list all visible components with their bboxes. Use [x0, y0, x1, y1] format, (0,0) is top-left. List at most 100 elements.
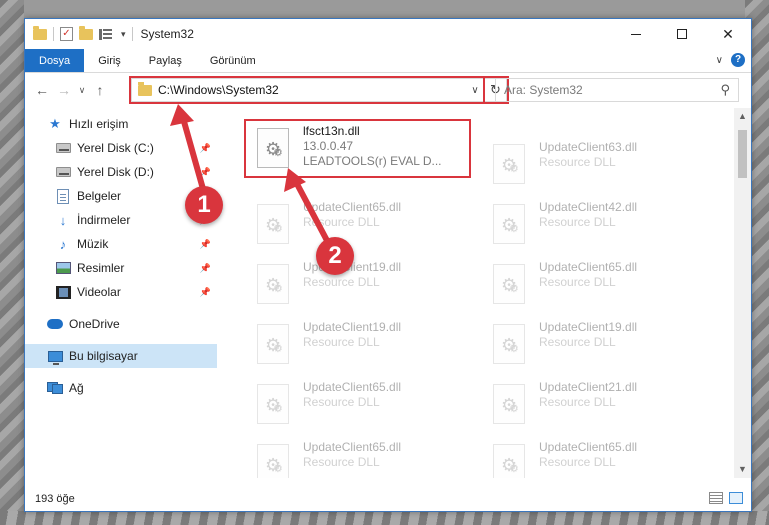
vertical-scrollbar[interactable]: ▲ ▼: [734, 108, 751, 478]
file-item[interactable]: ⚙ ⚙ UpdateClient19.dll Resource DLL: [245, 256, 481, 316]
status-bar: 193 öğe: [25, 487, 751, 511]
file-type: Resource DLL: [303, 395, 380, 409]
folder-icon: [138, 81, 152, 96]
pin-icon[interactable]: 📌: [200, 287, 211, 298]
sidebar-item-local-disk-d[interactable]: Yerel Disk (D:) 📌: [25, 160, 217, 184]
pin-icon[interactable]: 📌: [200, 167, 211, 178]
close-button[interactable]: ✕: [705, 19, 751, 49]
back-arrow-icon[interactable]: ←: [31, 82, 53, 98]
file-item[interactable]: ⚙ ⚙ UpdateClient65.dll Resource DLL: [481, 436, 717, 478]
sidebar-item-label: Hızlı erişim: [69, 117, 129, 131]
scrollbar-thumb[interactable]: [738, 130, 747, 178]
tab-view[interactable]: Görünüm: [196, 49, 270, 72]
scroll-down-arrow-icon[interactable]: ▼: [734, 461, 751, 478]
file-name: UpdateClient65.dll: [539, 440, 638, 454]
forward-arrow-icon[interactable]: →: [53, 82, 75, 98]
download-icon: ↓: [59, 212, 67, 228]
file-item[interactable]: ⚙ ⚙ UpdateClient65.dll Resource DLL: [245, 196, 481, 256]
up-arrow-icon[interactable]: ↑: [89, 82, 111, 98]
maximize-button[interactable]: [659, 19, 705, 49]
file-name: UpdateClient19.dll: [303, 320, 402, 334]
pin-icon[interactable]: 📌: [200, 239, 211, 250]
file-item[interactable]: ⚙ ⚙ UpdateClient42.dll Resource DLL: [481, 196, 717, 256]
folder-icon: [33, 25, 47, 40]
address-path[interactable]: C:\Windows\System32: [158, 83, 466, 97]
dll-file-icon: ⚙ ⚙: [253, 382, 293, 428]
sidebar-item-this-pc[interactable]: Bu bilgisayar: [25, 344, 217, 368]
navigation-bar: ← → ∨ ↑ C:\Windows\System32 ∨ ↻ Ara: Sys…: [25, 73, 751, 107]
dll-file-icon: ⚙ ⚙: [489, 142, 529, 188]
file-item[interactable]: ⚙ ⚙ UpdateClient63.dll Resource DLL: [481, 136, 717, 196]
disk-icon: [55, 164, 71, 180]
sidebar-item-pictures[interactable]: Resimler 📌: [25, 256, 217, 280]
sidebar-item-local-disk-c[interactable]: Yerel Disk (C:) 📌: [25, 136, 217, 160]
item-count: 193 öğe: [35, 493, 75, 505]
dll-file-icon: ⚙ ⚙: [253, 442, 293, 478]
help-icon[interactable]: ?: [731, 53, 745, 67]
file-item-highlighted[interactable]: ⚙ ⚙ lfsct13n.dll 13.0.0.47 LEADTOOLS(r) E…: [245, 120, 481, 180]
disk-icon: [55, 140, 71, 156]
dll-file-icon: ⚙ ⚙: [253, 202, 293, 248]
ribbon-right-controls: ∨ ?: [716, 53, 745, 67]
file-name: UpdateClient65.dll: [539, 260, 638, 274]
file-type: Resource DLL: [539, 275, 616, 289]
properties-icon[interactable]: ✓: [60, 27, 73, 41]
file-name: UpdateClient63.dll: [539, 140, 638, 154]
close-icon: ✕: [722, 25, 734, 42]
address-dropdown-chevron-icon[interactable]: ∨: [466, 85, 484, 96]
sidebar-item-music[interactable]: ♪ Müzik 📌: [25, 232, 217, 256]
sidebar-item-label: Ağ: [69, 381, 84, 395]
pin-icon[interactable]: 📌: [200, 263, 211, 274]
view-menu-icon[interactable]: [99, 28, 115, 41]
sidebar-item-network[interactable]: Ağ: [25, 376, 217, 400]
step-1-badge: 1: [185, 186, 223, 224]
pin-icon[interactable]: 📌: [200, 143, 211, 154]
star-icon: ★: [49, 116, 61, 131]
sidebar-item-label: Yerel Disk (D:): [77, 165, 154, 179]
dll-file-icon: ⚙ ⚙: [489, 322, 529, 368]
sidebar-item-videos[interactable]: Videolar 📌: [25, 280, 217, 304]
large-icons-view-icon[interactable]: [729, 492, 743, 504]
title-bar: ✓ ▾ System32 ✕: [25, 19, 751, 49]
search-placeholder: Ara: System32: [504, 83, 583, 97]
search-icon[interactable]: ⚲: [720, 82, 730, 98]
details-view-icon[interactable]: [709, 492, 723, 504]
minimize-button[interactable]: [613, 19, 659, 49]
file-name: UpdateClient19.dll: [539, 320, 638, 334]
file-name: UpdateClient65.dll: [303, 380, 402, 394]
minimize-icon: [631, 33, 641, 35]
sidebar-item-label: Bu bilgisayar: [69, 349, 138, 363]
file-item[interactable]: ⚙ ⚙ UpdateClient21.dll Resource DLL: [481, 376, 717, 436]
desktop-background-bottom: [0, 511, 769, 525]
file-item[interactable]: ⚙ ⚙ UpdateClient19.dll Resource DLL: [245, 316, 481, 376]
new-folder-icon[interactable]: [79, 25, 93, 40]
file-item[interactable]: ⚙ ⚙ UpdateClient19.dll Resource DLL: [481, 316, 717, 376]
file-item[interactable]: ⚙ ⚙ UpdateClient65.dll Resource DLL: [245, 436, 481, 478]
sidebar-item-onedrive[interactable]: OneDrive: [25, 312, 217, 336]
tab-file[interactable]: Dosya: [25, 49, 85, 72]
navigation-pane: ★ Hızlı erişim Yerel Disk (C:) 📌 Yerel D…: [25, 108, 217, 478]
expand-ribbon-chevron-icon[interactable]: ∨: [716, 55, 723, 66]
maximize-icon: [677, 29, 687, 39]
file-type: Resource DLL: [303, 275, 380, 289]
address-bar[interactable]: C:\Windows\System32 ∨: [131, 78, 485, 102]
sidebar-item-label: OneDrive: [69, 317, 120, 331]
file-name: lfsct13n.dll: [303, 124, 360, 138]
search-input[interactable]: Ara: System32 ⚲: [495, 78, 739, 102]
file-item[interactable]: ⚙ ⚙ UpdateClient65.dll Resource DLL: [481, 256, 717, 316]
computer-icon: [47, 348, 63, 365]
customize-toolbar-chevron-icon[interactable]: ▾: [121, 29, 126, 40]
file-type: Resource DLL: [539, 335, 616, 349]
tab-share[interactable]: Paylaş: [135, 49, 196, 72]
scroll-up-arrow-icon[interactable]: ▲: [734, 108, 751, 125]
sidebar-item-quick-access[interactable]: ★ Hızlı erişim: [25, 112, 217, 136]
file-item[interactable]: ⚙ ⚙ UpdateClient65.dll Resource DLL: [245, 376, 481, 436]
sidebar-item-label: Videolar: [77, 285, 121, 299]
recent-locations-chevron-icon[interactable]: ∨: [75, 85, 89, 96]
tab-home[interactable]: Giriş: [84, 49, 135, 72]
sidebar-item-label: Müzik: [77, 237, 109, 251]
file-list-pane: ⚙ ⚙ lfsct13n.dll 13.0.0.47 LEADTOOLS(r) E…: [217, 108, 735, 478]
file-type: Resource DLL: [539, 215, 616, 229]
dll-file-icon: ⚙ ⚙: [253, 262, 293, 308]
file-type: Resource DLL: [303, 335, 380, 349]
